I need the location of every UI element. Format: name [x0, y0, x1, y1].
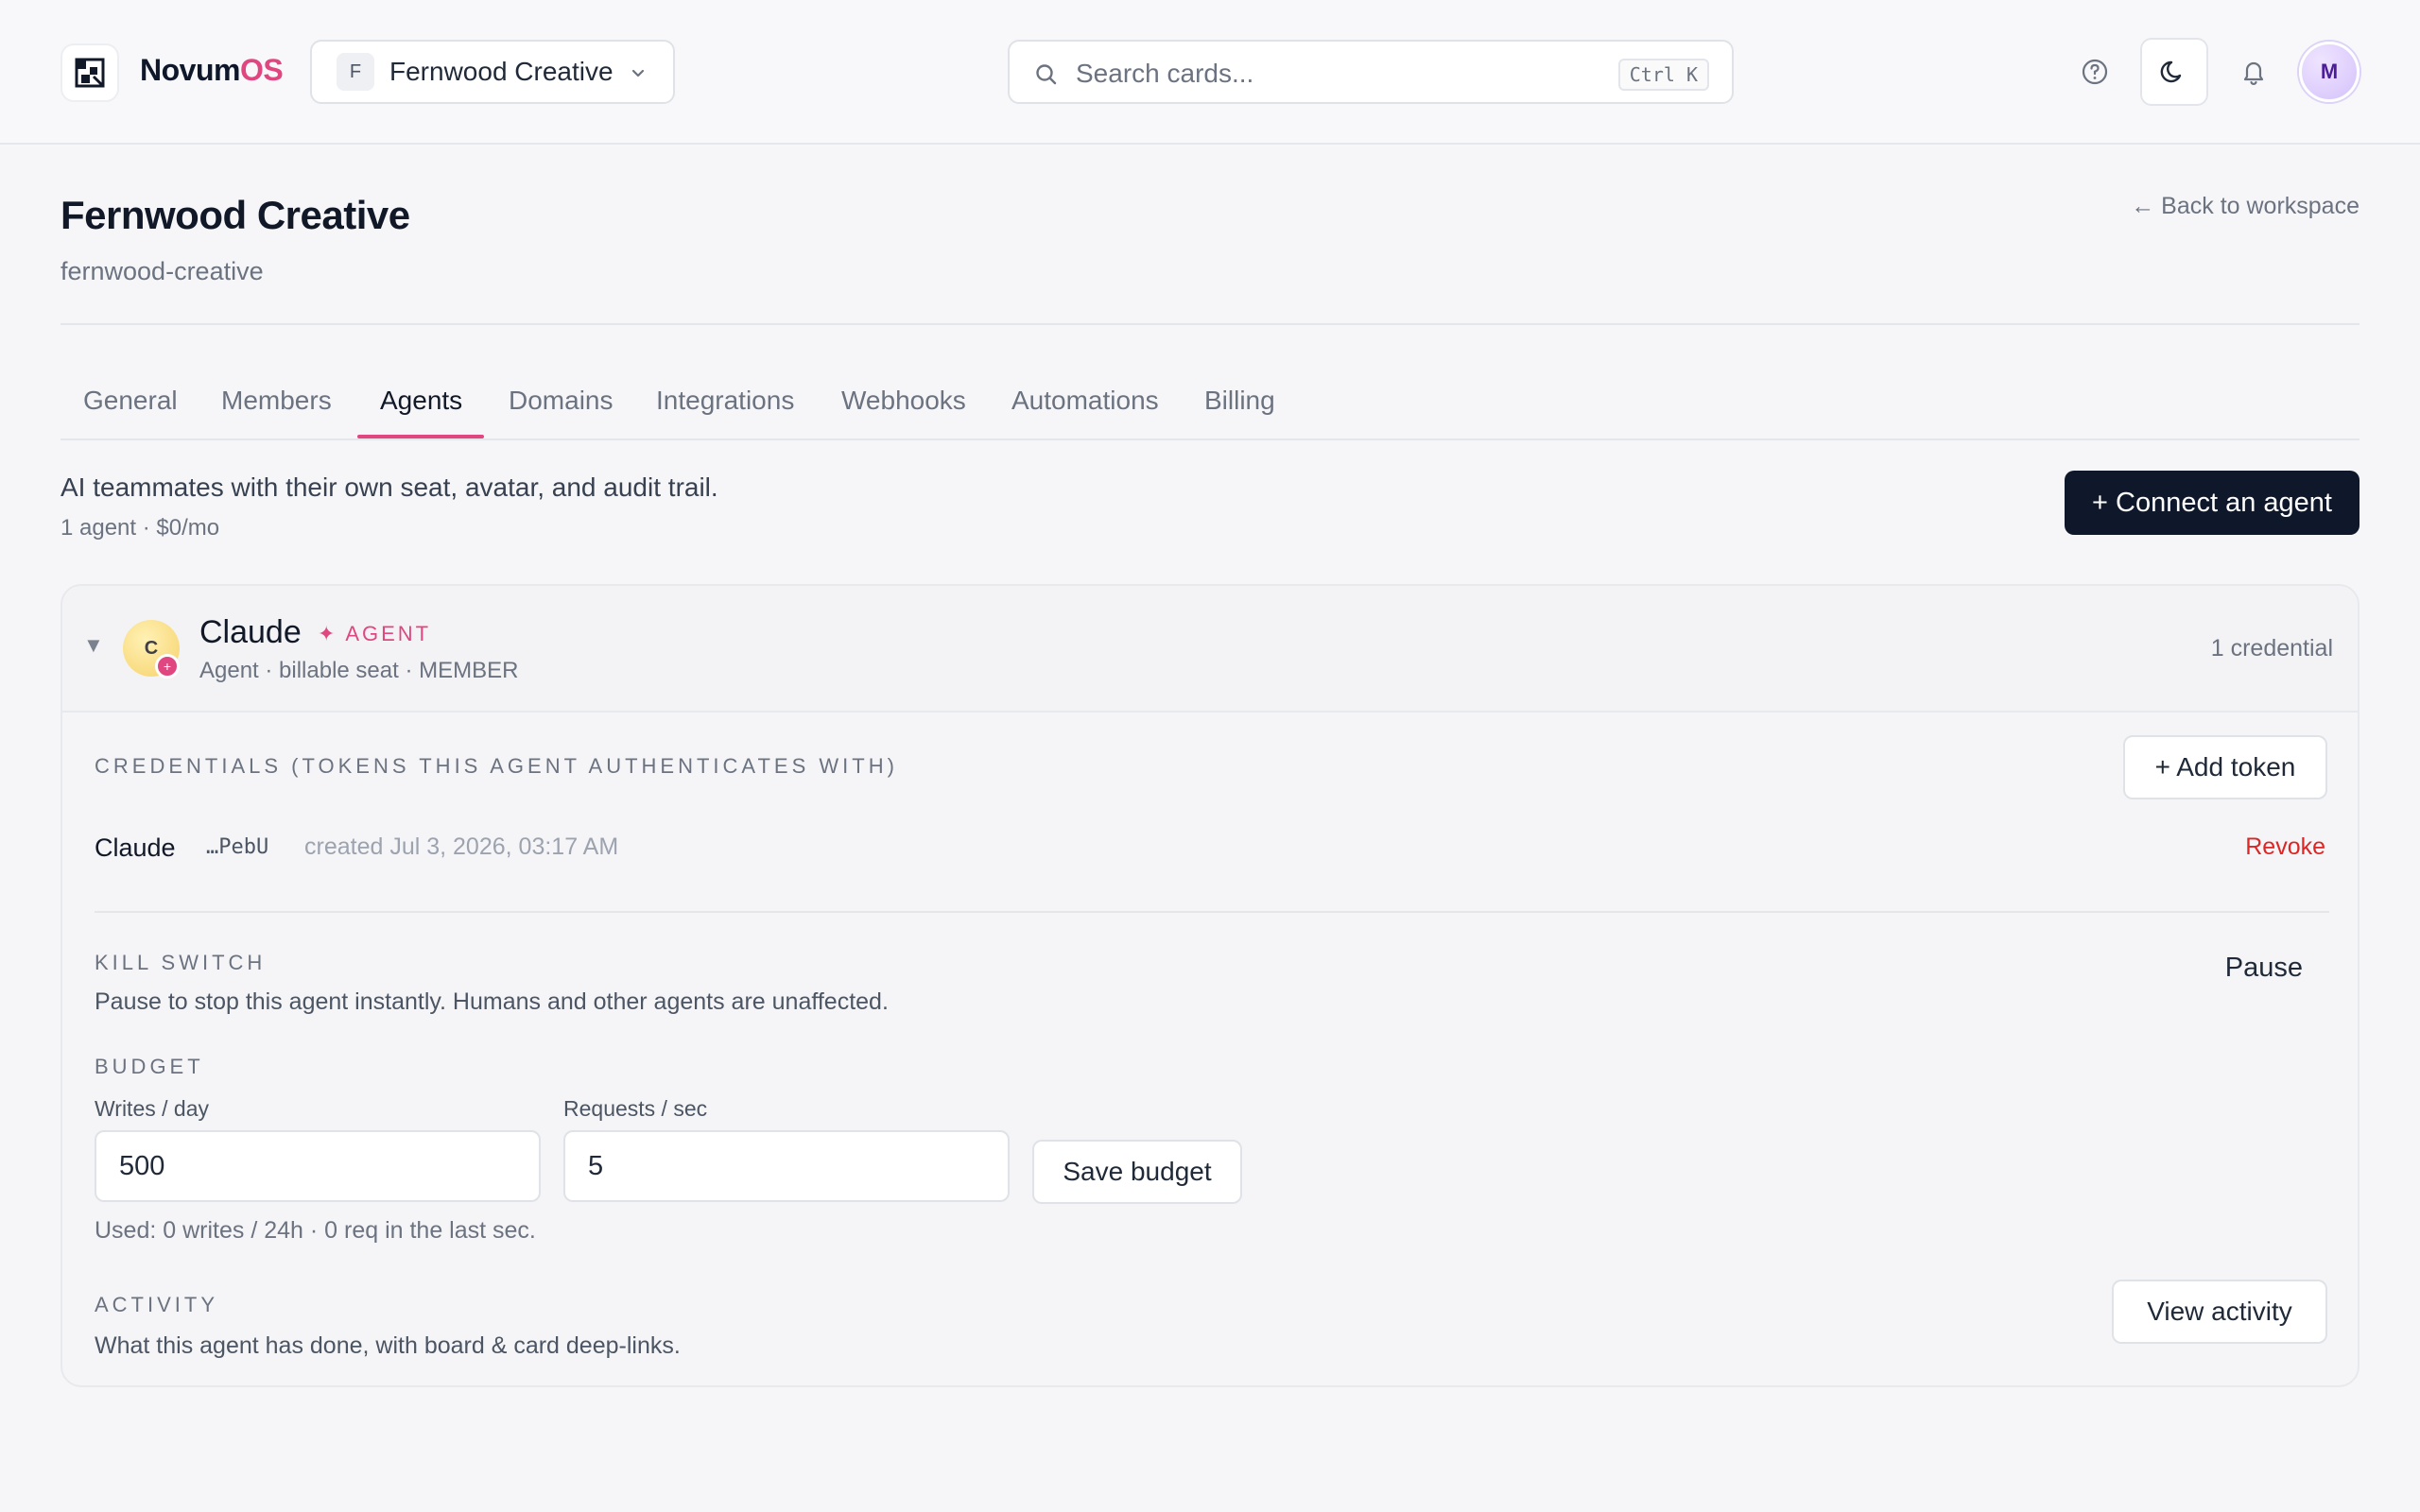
tab-members[interactable]: Members	[221, 386, 332, 416]
notifications-button[interactable]	[2220, 38, 2288, 106]
workspace-initial: F	[337, 53, 374, 91]
collapse-caret-icon[interactable]: ▼	[83, 633, 104, 658]
budget-label: BUDGET	[95, 1055, 204, 1078]
credential-count: 1 credential	[2210, 635, 2333, 662]
brand-accent: OS	[239, 53, 284, 87]
agent-tag: ✦ AGENT	[318, 622, 432, 645]
agents-summary: 1 agent · $0/mo	[60, 515, 220, 541]
writes-per-day-label: Writes / day	[95, 1096, 209, 1121]
agent-badge-icon: +	[155, 654, 180, 679]
view-activity-button[interactable]: View activity	[2112, 1280, 2327, 1344]
credential-name: Claude	[95, 833, 176, 862]
activity-label: ACTIVITY	[95, 1293, 219, 1316]
activity-description: What this agent has done, with board & c…	[95, 1332, 681, 1359]
brand-name: NovumOS	[140, 53, 284, 88]
back-to-workspace-link[interactable]: ← Back to workspace	[2131, 193, 2360, 220]
save-budget-button[interactable]: Save budget	[1032, 1140, 1242, 1204]
tab-billing[interactable]: Billing	[1204, 386, 1275, 416]
agents-intro: AI teammates with their own seat, avatar…	[60, 472, 718, 502]
tab-integrations[interactable]: Integrations	[656, 386, 794, 416]
kill-switch-label: KILL SWITCH	[95, 951, 267, 974]
agent-meta: Agent · billable seat · MEMBER	[199, 658, 519, 683]
section-divider	[95, 911, 2329, 913]
app-logo[interactable]	[60, 43, 119, 102]
pause-button[interactable]: Pause	[2225, 953, 2303, 984]
writes-per-day-input[interactable]: 500	[95, 1130, 541, 1202]
search-placeholder: Search cards...	[1076, 59, 1254, 88]
chevron-down-icon	[631, 69, 645, 77]
agent-card: ▼ C + Claude ✦ AGENT Agent · billable se…	[60, 584, 2360, 1387]
search-input[interactable]: Search cards... Ctrl K	[1008, 40, 1734, 104]
tab-automations[interactable]: Automations	[1011, 386, 1159, 416]
help-button[interactable]	[2061, 38, 2129, 106]
requests-per-sec-input[interactable]: 5	[563, 1130, 1010, 1202]
user-avatar[interactable]: M	[2299, 42, 2360, 102]
header-divider	[60, 323, 2360, 325]
tab-domains[interactable]: Domains	[509, 386, 613, 416]
connect-agent-button[interactable]: + Connect an agent	[2065, 471, 2360, 535]
page-slug: fernwood-creative	[60, 257, 264, 285]
tab-general[interactable]: General	[83, 386, 178, 416]
page-title: Fernwood Creative	[60, 193, 410, 237]
agent-card-header[interactable]: ▼ C + Claude ✦ AGENT Agent · billable se…	[62, 586, 2358, 713]
help-circle-icon	[2082, 59, 2108, 85]
requests-per-sec-label: Requests / sec	[563, 1096, 708, 1121]
credential-token: …PebU	[206, 835, 269, 859]
top-bar: NovumOS F Fernwood Creative Search cards…	[0, 0, 2420, 145]
credentials-label: CREDENTIALS (TOKENS THIS AGENT AUTHENTIC…	[95, 754, 898, 778]
moon-icon	[2160, 60, 2182, 83]
tab-agents[interactable]: Agents	[380, 386, 462, 416]
search-shortcut: Ctrl K	[1617, 59, 1709, 91]
search-icon	[1036, 64, 1057, 85]
bell-icon	[2243, 61, 2264, 85]
logo-icon	[75, 58, 105, 88]
budget-usage: Used: 0 writes / 24h · 0 req in the last…	[95, 1217, 536, 1244]
tab-webhooks[interactable]: Webhooks	[841, 386, 966, 416]
kill-switch-description: Pause to stop this agent instantly. Huma…	[95, 988, 889, 1015]
theme-toggle-button[interactable]	[2140, 38, 2208, 106]
workspace-switcher[interactable]: F Fernwood Creative	[310, 40, 675, 104]
settings-tabs: General Members Agents Domains Integrati…	[60, 374, 2360, 440]
workspace-name: Fernwood Creative	[389, 57, 614, 86]
brand-main: Novum	[140, 53, 240, 87]
revoke-button[interactable]: Revoke	[2245, 833, 2325, 861]
agent-name: Claude	[199, 614, 302, 650]
active-tab-indicator	[357, 435, 484, 438]
add-token-button[interactable]: + Add token	[2123, 735, 2327, 799]
credential-created: created Jul 3, 2026, 03:17 AM	[304, 833, 619, 860]
